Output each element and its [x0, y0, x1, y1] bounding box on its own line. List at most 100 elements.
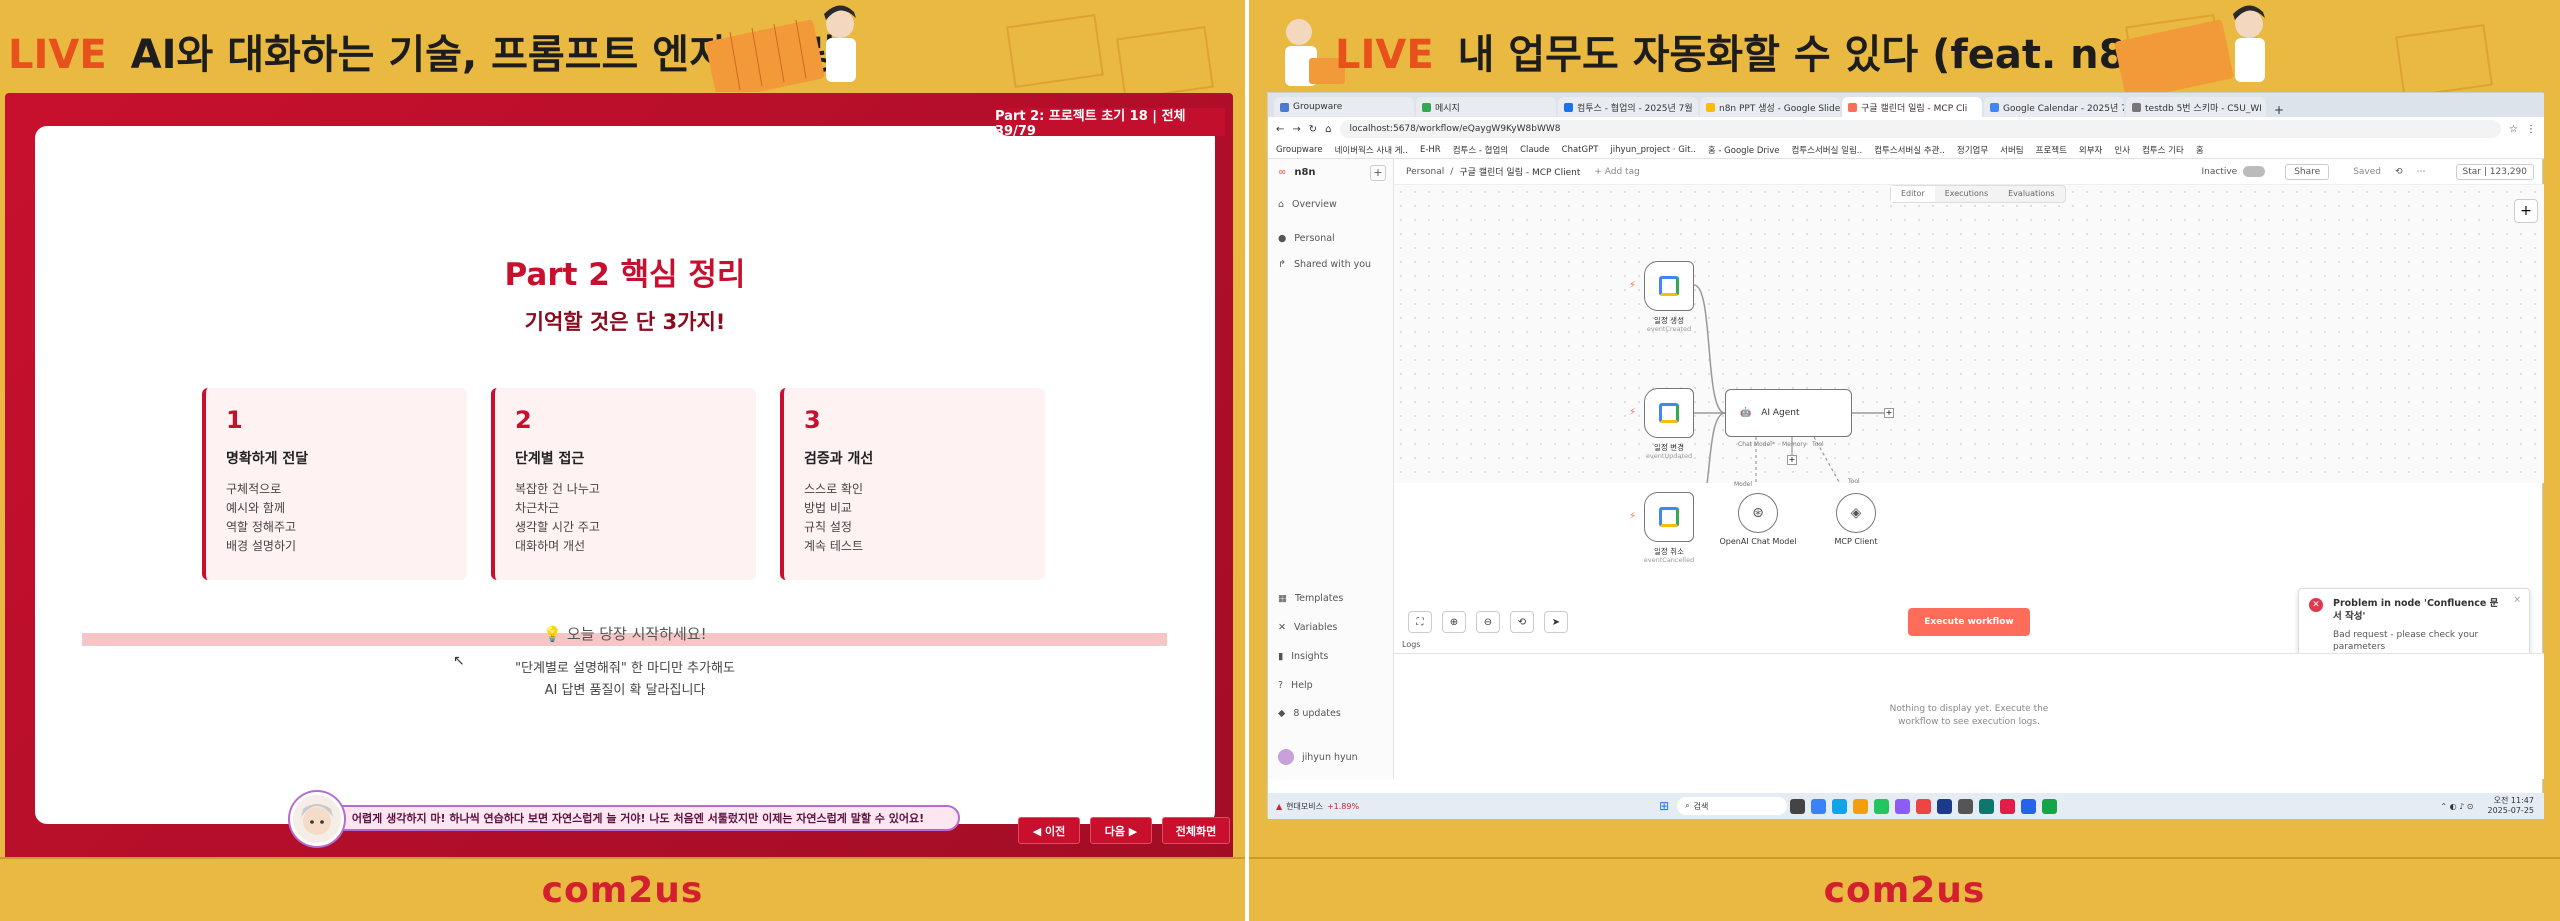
mcp-client-node[interactable]: ◈: [1836, 493, 1876, 533]
trigger-node-created[interactable]: [1644, 261, 1694, 311]
sidebar-item-help[interactable]: ? Help: [1278, 680, 1313, 691]
execute-workflow-button[interactable]: Execute workflow: [1908, 608, 2030, 636]
bookmark-item[interactable]: Groupware: [1276, 145, 1323, 155]
sidebar-item-updates[interactable]: ◆ 8 updates: [1278, 708, 1341, 719]
decorative-box: [2395, 24, 2493, 98]
back-icon[interactable]: ←: [1276, 124, 1284, 135]
mouse-cursor-icon: ↖: [453, 653, 465, 669]
workflow-name[interactable]: 구글 캘린더 일림 - MCP Client: [1459, 165, 1580, 178]
summary-card-3: 3 검증과 개선 스스로 확인 방법 비교 규칙 설정 계속 테스트: [780, 388, 1045, 580]
reload-icon[interactable]: ↻: [1309, 124, 1317, 135]
github-star-button[interactable]: Star | 123,290: [2455, 163, 2534, 180]
app-icon[interactable]: [1811, 798, 1827, 814]
active-toggle[interactable]: [2243, 166, 2266, 177]
card-number: 3: [804, 406, 821, 434]
browser-tab-active[interactable]: 구글 캘린더 일림 - MCP Cli: [1842, 97, 1982, 117]
node-label: MCP Client: [1834, 537, 1878, 546]
taskview-icon[interactable]: [1790, 798, 1806, 814]
new-tab-icon[interactable]: +: [2274, 103, 2284, 117]
stock-widget[interactable]: ▲ 현대모비스 +1.89%: [1276, 801, 1359, 812]
sidebar-item-shared[interactable]: ↱ Shared with you: [1278, 259, 1371, 270]
excel-icon[interactable]: [2042, 798, 2058, 814]
app-icon[interactable]: [1958, 798, 1974, 814]
bookmark-item[interactable]: 프로젝트: [2036, 144, 2067, 156]
chrome-icon[interactable]: [1874, 798, 1890, 814]
zoom-in-icon[interactable]: ⊕: [1442, 611, 1466, 633]
app-icon[interactable]: [1937, 798, 1953, 814]
sidebar-item-overview[interactable]: ⌂ Overview: [1278, 199, 1337, 210]
bookmark-item[interactable]: 컴투스서버실 추관..: [1874, 144, 1945, 156]
zoom-out-icon[interactable]: ⊖: [1476, 611, 1500, 633]
app-icon[interactable]: [1979, 798, 1995, 814]
ai-agent-node[interactable]: 🤖 AI Agent: [1725, 389, 1852, 437]
browser-tab[interactable]: testdb 5번 스키마 - C5U_WI: [2126, 97, 2266, 117]
bookmark-item[interactable]: 컴투스 - 협업의: [1453, 144, 1508, 156]
openai-model-node[interactable]: ⊛: [1738, 493, 1778, 533]
bookmark-item[interactable]: 컴투스서버실 일림..: [1792, 144, 1863, 156]
url-input[interactable]: localhost:5678/workflow/eQaygW9KyW8bWW8: [1339, 120, 2502, 138]
extensions-icon[interactable]: ⋮: [2526, 124, 2536, 135]
browser-tab[interactable]: 메시지: [1416, 97, 1556, 117]
bookmark-item[interactable]: 네이버웍스 사내 게..: [1335, 144, 1408, 156]
breadcrumb-owner[interactable]: Personal: [1406, 167, 1444, 177]
windows-start-icon[interactable]: ⊞: [1659, 799, 1669, 813]
browser-tab[interactable]: Google Calendar - 2025년 7월: [1984, 97, 2124, 117]
add-tag-link[interactable]: + Add tag: [1594, 167, 1639, 177]
forward-icon[interactable]: →: [1292, 124, 1300, 135]
app-icon[interactable]: [1916, 798, 1932, 814]
bookmark-item[interactable]: 외부자: [2079, 144, 2102, 156]
taskbar-clock[interactable]: 오전 11:47 2025-07-25: [2488, 796, 2535, 816]
card-line: 계속 테스트: [804, 539, 864, 553]
sidebar-item-insights[interactable]: ▮ Insights: [1278, 651, 1328, 662]
browser-tab[interactable]: n8n PPT 생성 - Google Slides: [1700, 97, 1840, 117]
sidebar-item-variables[interactable]: ✕ Variables: [1278, 622, 1337, 633]
bookmark-item[interactable]: 인사: [2114, 144, 2130, 156]
browser-tab-strip: Groupware 메시지 컴투스 - 협업의 - 2025년 7월 n8n P…: [1268, 93, 2544, 117]
next-button[interactable]: 다음 ▶: [1090, 817, 1152, 844]
app-icon[interactable]: [2021, 798, 2037, 814]
bookmark-item[interactable]: jihyun_project · Git..: [1610, 145, 1695, 155]
reset-zoom-icon[interactable]: ⟲: [1510, 611, 1534, 633]
trigger-node-cancelled[interactable]: [1644, 492, 1694, 542]
pointer-tool-icon[interactable]: ➤: [1544, 611, 1568, 633]
sidebar-item-templates[interactable]: ▦ Templates: [1278, 593, 1343, 604]
speech-bubble: 어렵게 생각하지 마! 하나씩 연습하다 보면 자연스럽게 늘 거야! 나도 처…: [316, 805, 960, 831]
node-sublabel: eventUpdated: [1645, 452, 1693, 460]
browser-tab[interactable]: 컴투스 - 협업의 - 2025년 7월: [1558, 97, 1698, 117]
add-output-icon[interactable]: +: [1884, 408, 1894, 418]
share-button[interactable]: Share: [2285, 163, 2330, 180]
app-icon[interactable]: [1895, 798, 1911, 814]
workflow-canvas[interactable]: Editor Executions Evaluations + ⚡ 일정 생성 …: [1394, 185, 2544, 488]
bookmark-item[interactable]: 홈 - Google Drive: [1708, 144, 1780, 156]
com2us-logo: com2us: [541, 869, 704, 911]
prev-button[interactable]: ◀ 이전: [1018, 817, 1080, 844]
browser-tab[interactable]: Groupware: [1274, 97, 1414, 117]
trigger-node-updated[interactable]: [1644, 388, 1694, 438]
bookmark-item[interactable]: 서버팀: [2000, 144, 2023, 156]
fullscreen-button[interactable]: 전체화면: [1162, 817, 1230, 844]
sidebar-add-button[interactable]: +: [1370, 165, 1386, 181]
taskbar-search[interactable]: ⌕ 검색: [1677, 797, 1788, 815]
home-icon[interactable]: ⌂: [1325, 124, 1331, 135]
bookmark-star-icon[interactable]: ☆: [2509, 124, 2518, 135]
user-profile[interactable]: jihyun hyun: [1278, 749, 1358, 765]
sidebar-item-personal[interactable]: ● Personal: [1278, 233, 1335, 244]
folder-icon[interactable]: [1853, 798, 1869, 814]
bookmark-item[interactable]: 컴투스 기타: [2142, 144, 2184, 156]
character-illustration-icon: [2114, 5, 2265, 92]
tray-icons[interactable]: ⌃ ◐ ♪ ⊙: [2440, 802, 2473, 811]
fit-view-icon[interactable]: ⛶: [1408, 611, 1432, 633]
character-avatar-icon: [301, 804, 333, 835]
history-icon[interactable]: ⟲: [2395, 167, 2403, 177]
bookmark-item[interactable]: Claude: [1520, 145, 1550, 155]
bookmark-item[interactable]: E-HR: [1420, 145, 1441, 155]
logs-label[interactable]: Logs: [1402, 640, 1420, 649]
bookmark-item[interactable]: 정기업무: [1957, 144, 1988, 156]
add-memory-icon[interactable]: +: [1787, 455, 1797, 465]
app-icon[interactable]: [1832, 798, 1848, 814]
bookmark-item[interactable]: 홈: [2196, 144, 2204, 156]
close-icon[interactable]: ×: [2513, 595, 2521, 605]
app-icon[interactable]: [2000, 798, 2016, 814]
bookmark-item[interactable]: ChatGPT: [1562, 145, 1599, 155]
more-icon[interactable]: ⋯: [2417, 167, 2426, 177]
